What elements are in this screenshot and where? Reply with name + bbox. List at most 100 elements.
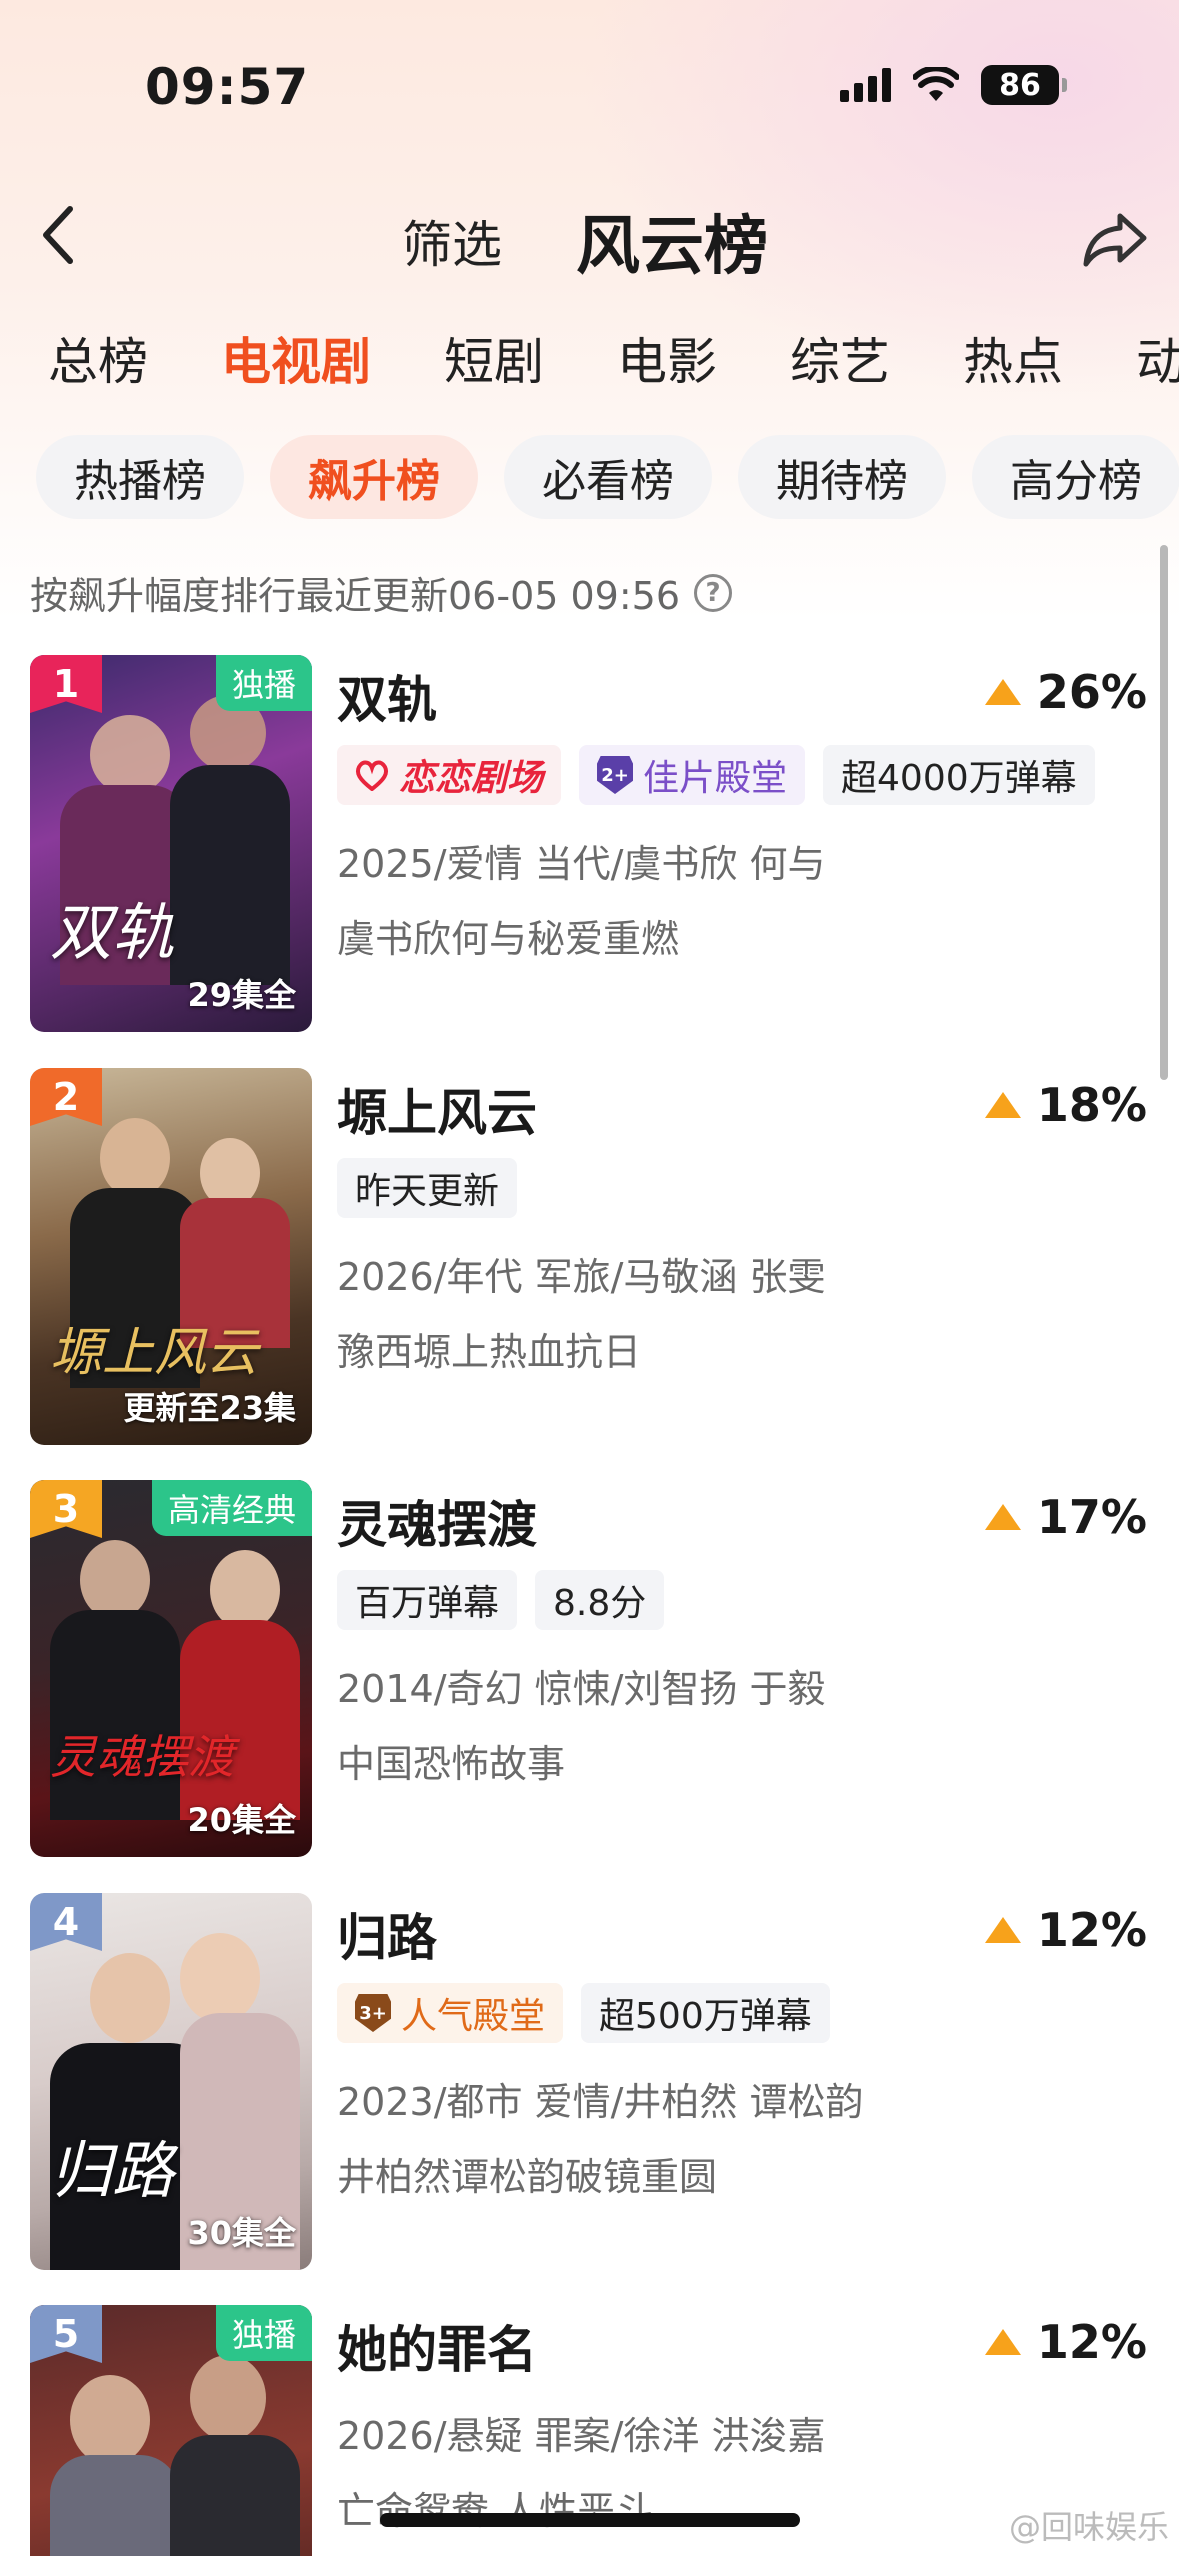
trend-indicator: 26% <box>984 665 1147 719</box>
poster-image[interactable]: 灵魂摆渡 3 高清经典 20集全 <box>30 1480 312 1857</box>
hall-badge-label: 人气殿堂 <box>401 1996 546 2037</box>
item-tagline: 井柏然谭松韵破镜重圆 <box>337 2155 718 2199</box>
item-meta: 2014/奇幻 惊悚/刘智扬 于毅 <box>337 1667 826 1711</box>
cellular-signal-icon <box>840 68 891 102</box>
heart-logo-icon <box>355 760 389 791</box>
watermark-text: @回味娱乐 <box>1008 2508 1169 2546</box>
item-meta: 2026/悬疑 罪案/徐洋 洪浚嘉 <box>337 2414 826 2458</box>
badge-row: 恋恋剧场 2+ 佳片殿堂 超4000万弹幕 <box>337 745 1095 805</box>
trend-indicator: 12% <box>984 1903 1147 1957</box>
item-title[interactable]: 塬上风云 <box>337 1073 537 1145</box>
item-meta: 2026/年代 军旅/马敬涵 张雯 <box>337 1255 826 1299</box>
item-meta: 2023/都市 爱情/井柏然 谭松韵 <box>337 2080 864 2124</box>
trend-value: 17% <box>1036 1490 1147 1544</box>
list-item[interactable]: 归路 4 30集全 归路 12% 3+ 人气殿堂 超500万弹幕 2023/都市… <box>0 1893 1179 2273</box>
item-title[interactable]: 归路 <box>337 1898 437 1970</box>
share-button[interactable] <box>1080 210 1150 270</box>
list-item[interactable]: 塬上风云 2 更新至23集 塬上风云 18% 昨天更新 2026/年代 军旅/马… <box>0 1068 1179 1448</box>
help-icon[interactable]: ? <box>694 573 733 612</box>
battery-icon: 86 <box>981 65 1067 105</box>
rank-badge: 4 <box>30 1893 102 1951</box>
status-time: 09:57 <box>145 58 310 116</box>
shield-icon: 3+ <box>355 1994 391 2032</box>
brand-badge: 恋恋剧场 <box>337 745 562 805</box>
tab-anime[interactable]: 动 <box>1136 322 1179 394</box>
shield-icon: 2+ <box>597 756 634 794</box>
filter-button[interactable]: 筛选 <box>402 205 502 277</box>
trend-indicator: 12% <box>984 2315 1147 2369</box>
hall-badge: 2+ 佳片殿堂 <box>579 745 806 805</box>
trend-value: 12% <box>1036 1903 1147 1957</box>
episode-count: 更新至23集 <box>123 1389 296 1427</box>
badge-row: 昨天更新 <box>337 1158 518 1218</box>
trend-up-icon <box>984 1504 1021 1530</box>
rank-badge: 3 <box>30 1480 102 1538</box>
classic-hd-tag: 高清经典 <box>151 1480 312 1536</box>
ranking-sub-tabs: 热播榜 飙升榜 必看榜 期待榜 高分榜 <box>36 435 1179 519</box>
item-tagline: 虞书欣何与秘爱重燃 <box>337 917 680 961</box>
sort-hint-text: 按飙升幅度排行最近更新06-05 09:56 <box>30 574 681 618</box>
poster-title-art: 塬上风云 <box>50 1323 259 1383</box>
tab-variety[interactable]: 综艺 <box>790 322 890 394</box>
danmaku-badge: 超500万弹幕 <box>581 1983 830 2043</box>
rank-badge: 2 <box>30 1068 102 1126</box>
poster-image[interactable]: 5 独播 <box>30 2305 312 2556</box>
trend-value: 12% <box>1036 2315 1147 2369</box>
hall-badge-label: 佳片殿堂 <box>643 758 788 799</box>
item-tagline: 豫西塬上热血抗日 <box>337 1330 642 1374</box>
sort-hint: 按飙升幅度排行最近更新06-05 09:56 ? <box>30 565 733 620</box>
chevron-left-icon <box>43 206 73 264</box>
poster-title-art: 归路 <box>50 2134 175 2207</box>
tab-short-drama[interactable]: 短剧 <box>444 322 544 394</box>
item-meta: 2025/爱情 当代/虞书欣 何与 <box>337 842 826 886</box>
trend-up-icon <box>984 1917 1021 1943</box>
trend-indicator: 18% <box>984 1078 1147 1132</box>
poster-title-art: 双轨 <box>50 896 175 969</box>
hall-badge: 3+ 人气殿堂 <box>337 1983 564 2043</box>
item-title[interactable]: 双轨 <box>337 660 437 732</box>
trend-up-icon <box>984 2329 1021 2355</box>
rank-badge: 5 <box>30 2305 102 2363</box>
trend-up-icon <box>984 679 1021 705</box>
status-icons: 86 <box>840 60 1067 110</box>
back-button[interactable] <box>38 200 88 270</box>
wifi-icon <box>913 67 959 101</box>
trend-up-icon <box>984 1092 1021 1118</box>
trend-value: 26% <box>1036 665 1147 719</box>
tab-tv-series[interactable]: 电视剧 <box>221 322 371 394</box>
trend-indicator: 17% <box>984 1490 1147 1544</box>
tab-movie[interactable]: 电影 <box>617 322 717 394</box>
item-tagline: 中国恐怖故事 <box>337 1742 566 1786</box>
danmaku-badge: 超4000万弹幕 <box>823 745 1095 805</box>
episode-count: 29集全 <box>187 976 296 1014</box>
brand-badge-label: 恋恋剧场 <box>399 758 544 799</box>
update-badge: 昨天更新 <box>337 1158 518 1218</box>
subtab-hot-playing[interactable]: 热播榜 <box>36 435 244 519</box>
category-tabs: 总榜 电视剧 短剧 电影 综艺 热点 动 <box>48 322 1179 394</box>
poster-image[interactable]: 塬上风云 2 更新至23集 <box>30 1068 312 1445</box>
subtab-must-watch[interactable]: 必看榜 <box>504 435 712 519</box>
watermark: @回味娱乐 <box>1009 2502 1169 2548</box>
list-item[interactable]: 灵魂摆渡 3 高清经典 20集全 灵魂摆渡 17% 百万弹幕 8.8分 2014… <box>0 1480 1179 1860</box>
episode-count: 20集全 <box>187 1801 296 1839</box>
item-title[interactable]: 灵魂摆渡 <box>337 1485 537 1557</box>
share-icon <box>1083 213 1147 267</box>
list-item[interactable]: 双轨 1 独播 29集全 双轨 26% 恋恋剧场 2+ 佳片殿堂 超4000万弹… <box>0 655 1179 1035</box>
item-title[interactable]: 她的罪名 <box>337 2310 537 2382</box>
poster-title-art: 灵魂摆渡 <box>50 1730 234 1784</box>
poster-image[interactable]: 双轨 1 独播 29集全 <box>30 655 312 1032</box>
tab-all[interactable]: 总榜 <box>48 322 148 394</box>
episode-count: 30集全 <box>187 2214 296 2252</box>
exclusive-tag: 独播 <box>215 655 312 711</box>
danmaku-badge: 百万弹幕 <box>337 1570 518 1630</box>
poster-image[interactable]: 归路 4 30集全 <box>30 1893 312 2270</box>
subtab-anticipated[interactable]: 期待榜 <box>738 435 946 519</box>
subtab-high-score[interactable]: 高分榜 <box>972 435 1179 519</box>
page-title: 风云榜 <box>576 210 768 284</box>
subtab-rising[interactable]: 飙升榜 <box>270 435 478 519</box>
badge-row: 百万弹幕 8.8分 <box>337 1570 665 1630</box>
tab-hot[interactable]: 热点 <box>963 322 1063 394</box>
rank-badge: 1 <box>30 655 102 713</box>
home-indicator[interactable] <box>380 2513 800 2527</box>
badge-row: 3+ 人气殿堂 超500万弹幕 <box>337 1983 830 2043</box>
